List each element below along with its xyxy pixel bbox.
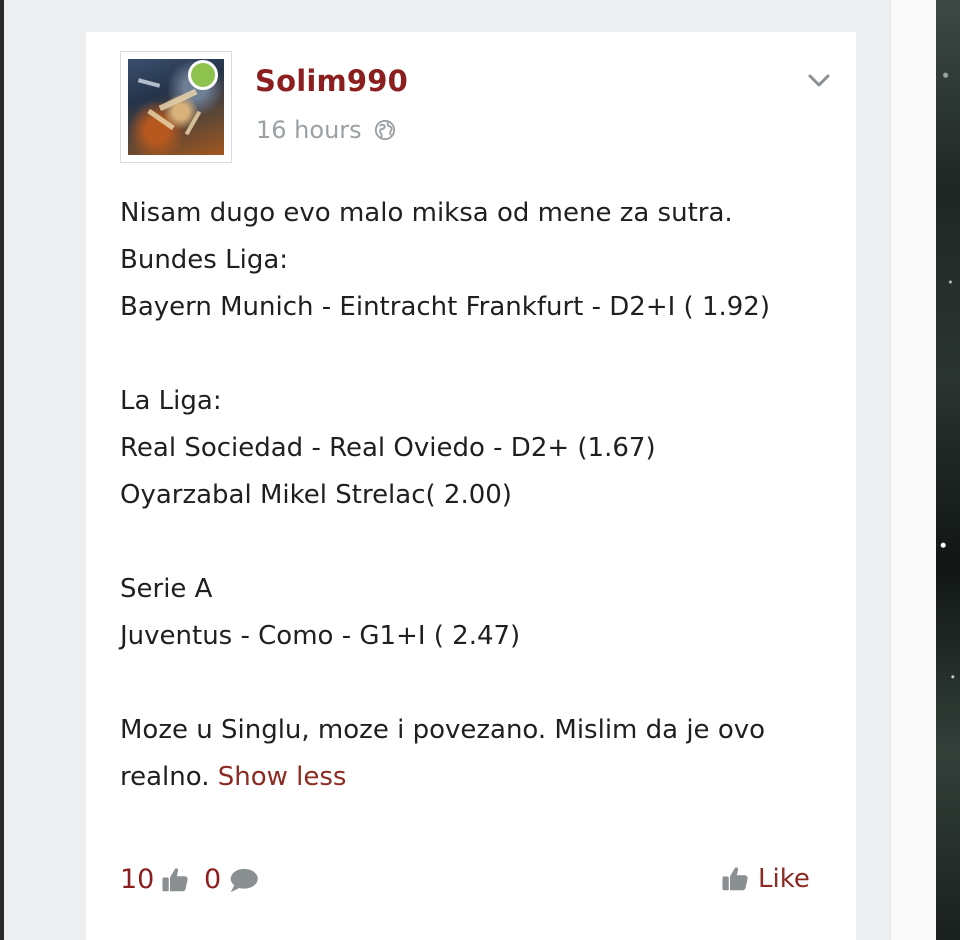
right-gutter — [890, 0, 937, 940]
online-status-indicator — [188, 60, 218, 90]
thumbs-up-icon — [162, 867, 188, 891]
thumbs-up-icon — [722, 867, 748, 891]
comments-count[interactable]: 0 — [204, 864, 259, 895]
post-footer: 10 0 Like — [120, 864, 820, 904]
likes-count[interactable]: 10 — [120, 864, 190, 895]
show-less-link[interactable]: Show less — [218, 762, 347, 792]
post-line: Moze u Singlu, moze i povezano. Mislim d… — [120, 715, 766, 745]
chevron-down-icon[interactable] — [805, 66, 833, 94]
like-button[interactable]: Like — [720, 864, 810, 894]
post-line: Nisam dugo evo malo miksa od mene za sut… — [120, 198, 733, 228]
post-card: Solim990 16 hours Nisam dugo evo malo mi… — [86, 32, 856, 940]
post-line: Oyarzabal Mikel Strelac( 2.00) — [120, 480, 512, 510]
like-button-label: Like — [758, 864, 810, 894]
author-name[interactable]: Solim990 — [255, 64, 408, 98]
post-line: Juventus - Como - G1+I ( 2.47) — [120, 621, 521, 651]
post-line-text: realno. — [120, 762, 210, 792]
post-line: Real Sociedad - Real Oviedo - D2+ (1.67) — [120, 433, 656, 463]
avatar[interactable] — [120, 51, 232, 163]
post-line: Serie A — [120, 574, 213, 604]
likes-count-value: 10 — [120, 864, 155, 895]
post-line: Bayern Munich - Eintracht Frankfurt - D2… — [120, 292, 770, 322]
post-meta: 16 hours — [256, 116, 396, 144]
comment-bubble-icon — [230, 868, 258, 892]
globe-icon — [374, 119, 395, 141]
post-timestamp: 16 hours — [256, 116, 362, 144]
post-line: Bundes Liga: — [120, 245, 289, 275]
background-photo — [936, 0, 960, 940]
post-body: Nisam dugo evo malo miksa od mene za sut… — [120, 190, 840, 801]
post-line-last: realno. Show less — [120, 754, 840, 801]
comments-count-value: 0 — [204, 864, 222, 895]
post-line: La Liga: — [120, 386, 222, 416]
